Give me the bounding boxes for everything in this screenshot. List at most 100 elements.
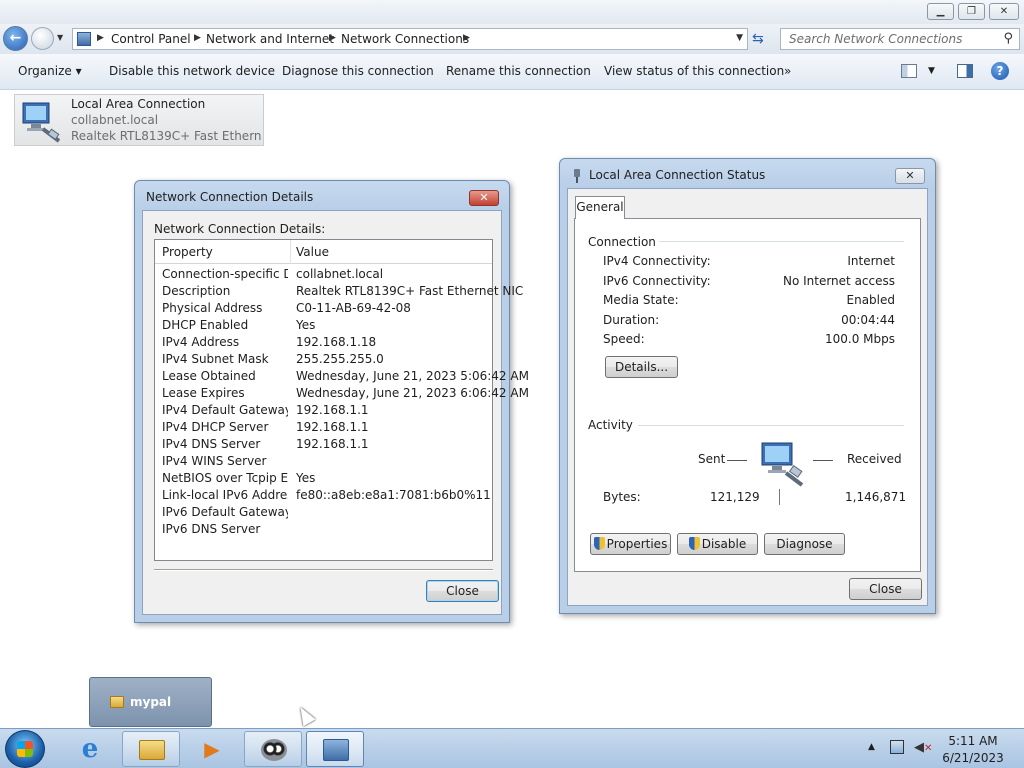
table-row[interactable]: IPv6 Default Gateway (155, 505, 492, 522)
value-cell: Yes (296, 318, 316, 332)
tray-network-icon[interactable] (890, 740, 904, 754)
column-divider[interactable] (290, 240, 291, 264)
property-cell: IPv6 Default Gateway (162, 505, 288, 519)
table-row[interactable]: Lease Expires Wednesday, June 21, 2023 6:… (155, 386, 529, 403)
chevron-right-icon[interactable]: ▶ (97, 33, 104, 43)
refresh-icon[interactable]: ⇆ (752, 31, 770, 47)
organize-menu[interactable]: Organize ▾ (18, 64, 82, 78)
table-row[interactable]: Physical Address C0-11-AB-69-42-08 (155, 301, 492, 318)
taskbar-media-player[interactable]: ▶ (183, 731, 241, 767)
value-cell: 192.168.1.1 (296, 437, 369, 451)
dialog-title: Network Connection Details (146, 190, 314, 204)
rename-connection-button[interactable]: Rename this connection (446, 64, 591, 78)
muted-indicator-icon: ✕ (924, 743, 933, 754)
table-row[interactable]: IPv4 Subnet Mask 255.255.255.0 (155, 352, 492, 369)
chevron-right-icon[interactable]: ▶ (329, 33, 336, 43)
minimize-button[interactable]: ▁ (927, 3, 954, 20)
table-row[interactable]: IPv4 Default Gateway 192.168.1.1 (155, 403, 492, 420)
preview-pane-icon[interactable] (957, 64, 973, 78)
close-window-button[interactable]: ✕ (989, 3, 1019, 20)
network-connection-details-dialog: Network Connection Details ✕ Network Con… (134, 180, 529, 623)
tray-volume-icon[interactable]: ◀ (914, 740, 924, 755)
local-area-connection-item[interactable]: Local Area Connection collabnet.local Re… (14, 94, 264, 146)
table-row[interactable]: Connection-specific DN... collabnet.local (155, 267, 492, 284)
connection-name: Local Area Connection (71, 97, 206, 111)
table-row[interactable]: IPv6 DNS Server (155, 522, 492, 539)
table-row[interactable]: IPv4 WINS Server (155, 454, 492, 471)
show-hidden-icons-arrow[interactable]: ▲ (868, 742, 875, 752)
view-status-button[interactable]: View status of this connection (604, 64, 784, 78)
chevron-right-icon[interactable]: ▶ (463, 33, 470, 43)
maximize-button[interactable]: ❐ (958, 3, 985, 20)
breadcrumb-control-panel[interactable]: Control Panel (111, 32, 191, 46)
details-button[interactable]: Details... (605, 356, 678, 378)
search-input[interactable]: Search Network Connections ⚲ (780, 28, 1020, 50)
table-row[interactable]: Link-local IPv6 Address fe80::a8eb:e8a1:7… (155, 488, 492, 505)
value-cell: 192.168.1.1 (296, 403, 369, 417)
connection-group-title: Connection (588, 235, 656, 249)
more-commands-button[interactable]: » (784, 64, 791, 78)
properties-button[interactable]: Properties (590, 533, 671, 555)
value-cell: Wednesday, June 21, 2023 5:06:42 AM (296, 369, 529, 383)
table-row[interactable]: IPv4 DHCP Server 192.168.1.1 (155, 420, 492, 437)
recent-pages-dropdown[interactable]: ▼ (57, 33, 63, 42)
column-header-property[interactable]: Property (162, 245, 213, 259)
diagnose-button[interactable]: Diagnose (764, 533, 845, 555)
control-panel-icon (77, 32, 91, 46)
table-row[interactable]: IPv4 DNS Server 192.168.1.1 (155, 437, 492, 454)
address-bar[interactable]: ▶ Control Panel ▶ Network and Internet ▶… (72, 28, 748, 50)
activity-group-title: Activity (588, 418, 633, 432)
table-row[interactable]: IPv4 Address 192.168.1.18 (155, 335, 492, 352)
address-dropdown-arrow[interactable]: ▼ (736, 33, 743, 43)
breadcrumb-network-and-internet[interactable]: Network and Internet (206, 32, 334, 46)
table-row[interactable]: Description Realtek RTL8139C+ Fast Ethern… (155, 284, 523, 301)
dialog-close-icon[interactable]: ✕ (895, 168, 925, 184)
property-cell: Link-local IPv6 Address (162, 488, 288, 502)
property-cell: Connection-specific DN... (162, 267, 288, 281)
details-list[interactable]: Property Value Connection-specific DN...… (154, 239, 529, 561)
table-row[interactable]: DHCP Enabled Yes (155, 318, 492, 335)
dialog-close-icon[interactable]: ✕ (469, 190, 499, 206)
bytes-received-value: 1,146,871 (845, 490, 907, 504)
start-button[interactable] (5, 730, 45, 768)
clock-date[interactable]: 6/21/2023 (938, 751, 1008, 765)
taskbar: e ▶ ▲ ◀ ✕ 5:11 AM 6/21/2023 (0, 728, 1024, 768)
close-button[interactable]: Close (849, 578, 922, 600)
tab-general[interactable]: General (575, 196, 625, 219)
folder-icon (137, 736, 167, 764)
taskbar-windows-explorer[interactable] (122, 731, 180, 767)
diagnose-connection-button[interactable]: Diagnose this connection (282, 64, 434, 78)
disable-device-button[interactable]: Disable this network device (109, 64, 275, 78)
dialog-body: General Connection IPv4 Connectivity: In… (567, 188, 928, 606)
taskbar-thumbnail-popup[interactable]: mypal (89, 677, 212, 727)
back-button[interactable]: ← (3, 26, 28, 51)
chevron-right-icon[interactable]: ▶ (194, 33, 201, 43)
bytes-sent-value: 121,129 (710, 490, 760, 504)
taskbar-internet-explorer[interactable]: e (61, 731, 119, 767)
view-options-dropdown[interactable]: ▼ (928, 66, 935, 76)
change-view-icon[interactable] (901, 64, 917, 78)
thumbnail-label: mypal (130, 695, 172, 709)
disable-button[interactable]: Disable (677, 533, 758, 555)
property-cell: IPv4 Address (162, 335, 240, 349)
close-button[interactable]: Close (426, 580, 499, 602)
bytes-label: Bytes: (603, 490, 641, 504)
property-cell: Description (162, 284, 231, 298)
table-row[interactable]: Lease Obtained Wednesday, June 21, 2023 5… (155, 369, 529, 386)
duration-value: 00:04:44 (841, 313, 895, 327)
media-player-icon: ▶ (204, 737, 220, 761)
forward-button[interactable] (31, 27, 54, 50)
speed-label: Speed: (603, 332, 645, 346)
help-icon[interactable]: ? (991, 62, 1009, 80)
uac-shield-icon (593, 537, 605, 550)
taskbar-mypal-browser[interactable] (244, 731, 302, 767)
breadcrumb-network-connections[interactable]: Network Connections (341, 32, 469, 46)
value-cell: C0-11-AB-69-42-08 (296, 301, 411, 315)
table-row[interactable]: NetBIOS over Tcpip En... Yes (155, 471, 492, 488)
column-header-value[interactable]: Value (296, 245, 329, 259)
search-icon[interactable]: ⚲ (1003, 31, 1013, 46)
property-cell: IPv4 Default Gateway (162, 403, 288, 417)
value-cell: 192.168.1.18 (296, 335, 377, 349)
clock-time[interactable]: 5:11 AM (938, 734, 1008, 748)
taskbar-control-panel[interactable] (306, 731, 364, 767)
